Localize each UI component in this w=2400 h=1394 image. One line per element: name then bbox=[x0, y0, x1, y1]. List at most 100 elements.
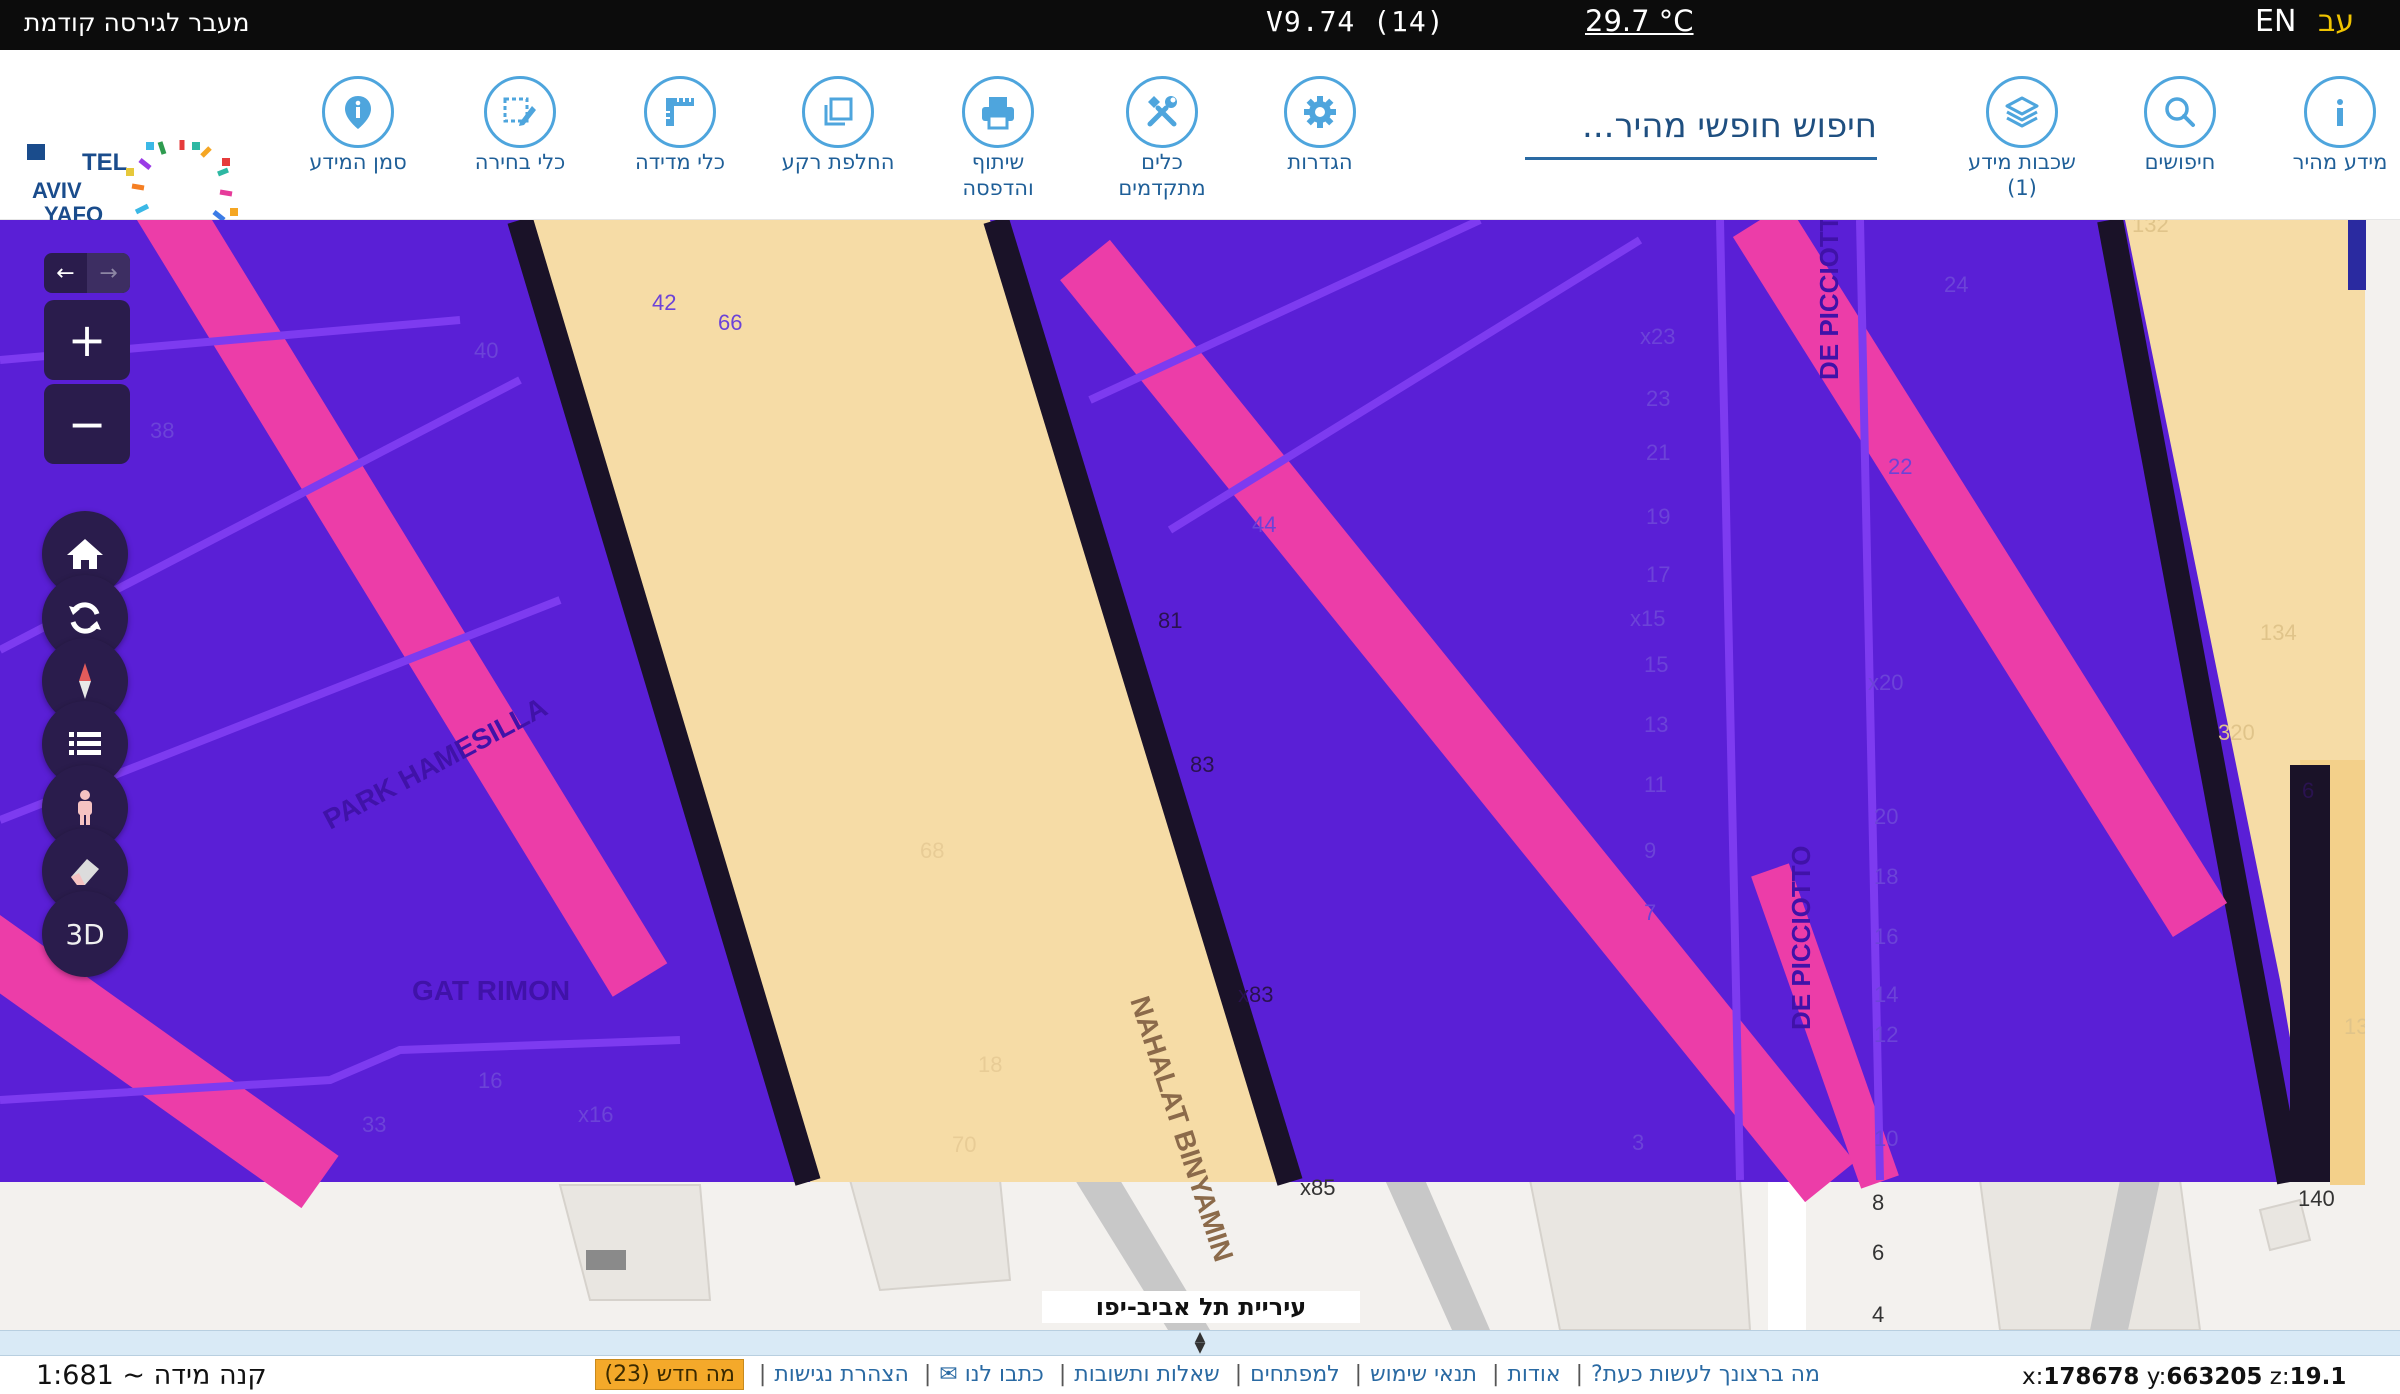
refresh-icon bbox=[69, 602, 101, 634]
panel-splitter[interactable]: ▲ ▼ bbox=[0, 1330, 2400, 1356]
tool-label: כלי מדידה bbox=[634, 150, 726, 174]
house-number: 4 bbox=[1872, 1302, 1884, 1327]
coord-x-label: x: bbox=[2022, 1364, 2044, 1390]
home-icon bbox=[67, 539, 103, 569]
footer-links: מה ברצונך לעשות כעת?| אודות| תנאי שימוש|… bbox=[580, 1359, 1820, 1390]
house-number: 9 bbox=[1644, 838, 1656, 863]
coord-z-value: 19.1 bbox=[2289, 1364, 2347, 1390]
house-number: 22 bbox=[1888, 454, 1912, 479]
house-number: 320 bbox=[2218, 720, 2255, 745]
quick-search-input[interactable] bbox=[1525, 98, 1877, 154]
tool-layers[interactable]: שכבות מידע (1) bbox=[1942, 76, 2102, 201]
tool-label: החלפת רקע bbox=[781, 150, 895, 174]
house-number: 132 bbox=[2132, 220, 2169, 237]
tool-searches[interactable]: חיפושים bbox=[2100, 76, 2260, 175]
tools-icon bbox=[1126, 76, 1198, 148]
forward-arrow-button[interactable]: → bbox=[87, 253, 130, 293]
house-number: 83 bbox=[1190, 752, 1214, 777]
footer-link-what-to-do[interactable]: מה ברצונך לעשות כעת? bbox=[1591, 1362, 1820, 1387]
search-icon bbox=[2144, 76, 2216, 148]
tool-label-line2: מתקדמים bbox=[1118, 176, 1206, 200]
tool-share-print[interactable]: שיתוף והדפסה bbox=[918, 76, 1078, 201]
history-nav: ← → bbox=[44, 253, 130, 293]
footer-link-developers[interactable]: למפתחים bbox=[1250, 1362, 1340, 1387]
svg-text:TEL: TEL bbox=[82, 149, 127, 176]
map-canvas[interactable]: PARK HAMESILLA GAT RIMON NAHALAT BINYAMI… bbox=[0, 220, 2400, 1330]
pin-info-icon bbox=[322, 76, 394, 148]
tool-info-marker[interactable]: סמן המידע bbox=[278, 76, 438, 175]
tool-advanced[interactable]: כלים מתקדמים bbox=[1082, 76, 1242, 201]
eraser-icon bbox=[71, 859, 99, 885]
map-credit: עיריית תל אביב-יפו bbox=[1042, 1291, 1360, 1323]
house-number: x85 bbox=[1300, 1175, 1335, 1200]
house-number: 11 bbox=[1644, 772, 1667, 797]
house-number: 19 bbox=[1646, 504, 1670, 529]
zoom-in-button[interactable]: + bbox=[44, 300, 130, 380]
house-number: 70 bbox=[952, 1132, 976, 1157]
gear-icon bbox=[1284, 76, 1356, 148]
footer-link-faq[interactable]: שאלות ותשובות bbox=[1074, 1362, 1219, 1387]
top-bar: מעבר לגירסה קודמת V9.74 (14) 29.7 °C EN … bbox=[0, 0, 2400, 50]
previous-version-link[interactable]: מעבר לגירסה קודמת bbox=[24, 8, 249, 37]
tool-label: מידע מהיר bbox=[2292, 150, 2388, 174]
house-number: 15 bbox=[1644, 652, 1668, 677]
list-icon bbox=[69, 732, 101, 755]
print-icon bbox=[962, 76, 1034, 148]
footer-link-about[interactable]: אודות bbox=[1507, 1362, 1560, 1387]
house-number: 18 bbox=[978, 1052, 1002, 1077]
house-number: 68 bbox=[920, 838, 944, 863]
coord-x-value: 178678 bbox=[2043, 1364, 2140, 1390]
tool-label: שיתוף bbox=[971, 150, 1025, 174]
tool-basemap[interactable]: החלפת רקע bbox=[758, 76, 918, 175]
map-view[interactable]: PARK HAMESILLA GAT RIMON NAHALAT BINYAMI… bbox=[0, 220, 2400, 1330]
house-number: 38 bbox=[150, 418, 174, 443]
temperature-link[interactable]: 29.7 °C bbox=[1585, 4, 1694, 38]
footer-link-contact[interactable]: כתבו לנו ✉ bbox=[939, 1362, 1044, 1387]
footer-link-accessibility[interactable]: הצהרת נגישות bbox=[774, 1362, 909, 1387]
house-number: 7 bbox=[1644, 900, 1656, 925]
3d-label: 3D bbox=[65, 917, 105, 951]
tool-selection[interactable]: כלי בחירה bbox=[440, 76, 600, 175]
zoom-out-button[interactable]: − bbox=[44, 384, 130, 464]
view-3d-button[interactable]: 3D bbox=[42, 891, 128, 977]
tool-label: כלי בחירה bbox=[474, 150, 566, 174]
house-number: 16 bbox=[478, 1068, 502, 1093]
coord-y-value: 663205 bbox=[2166, 1364, 2263, 1390]
basemap-icon bbox=[802, 76, 874, 148]
house-number: 42 bbox=[652, 290, 676, 315]
tool-label: סמן המידע bbox=[309, 150, 407, 174]
house-number: x16 bbox=[578, 1102, 613, 1127]
splitter-grip-icon[interactable]: ▲ ▼ bbox=[1190, 1330, 1210, 1355]
quick-search bbox=[1525, 98, 1877, 160]
house-number: x23 bbox=[1640, 324, 1675, 349]
street-label: GAT RIMON bbox=[412, 975, 570, 1006]
layers-icon bbox=[1986, 76, 2058, 148]
svg-text:AVIV: AVIV bbox=[32, 178, 82, 203]
language-en-button[interactable]: EN bbox=[2255, 4, 2296, 39]
person-icon bbox=[78, 790, 92, 825]
tool-label: כלים bbox=[1141, 150, 1183, 174]
ruler-icon bbox=[644, 76, 716, 148]
house-number: 16 bbox=[1874, 924, 1898, 949]
language-he-button[interactable]: עב bbox=[2318, 4, 2354, 39]
house-number: 3 bbox=[1632, 1130, 1644, 1155]
house-number: 14 bbox=[1874, 982, 1898, 1007]
street-label: DE PICCIOTTO bbox=[1786, 846, 1816, 1030]
footer-link-terms[interactable]: תנאי שימוש bbox=[1370, 1362, 1477, 1387]
tool-settings[interactable]: הגדרות bbox=[1240, 76, 1400, 175]
scale-label: קנה מידה ~ 1:681 bbox=[36, 1360, 267, 1391]
tool-label-line2: והדפסה bbox=[962, 176, 1034, 200]
tool-label: שכבות מידע bbox=[1968, 150, 2076, 174]
house-number: 12 bbox=[1874, 1022, 1898, 1047]
house-number: x20 bbox=[1868, 670, 1903, 695]
house-number: 6 bbox=[2302, 778, 2314, 803]
tool-measure[interactable]: כלי מדידה bbox=[600, 76, 760, 175]
whats-new-badge[interactable]: מה חדש (23) bbox=[595, 1359, 744, 1390]
coordinates-readout: x:178678 y:663205 z:19.1 bbox=[2022, 1364, 2346, 1390]
house-number: 44 bbox=[1252, 512, 1276, 537]
house-number: 13 bbox=[1644, 712, 1668, 737]
tool-label: חיפושים bbox=[2144, 150, 2216, 174]
tool-label: הגדרות bbox=[1287, 150, 1353, 174]
back-arrow-button[interactable]: ← bbox=[44, 253, 87, 293]
tool-quick-info[interactable]: מידע מהיר bbox=[2260, 76, 2400, 175]
